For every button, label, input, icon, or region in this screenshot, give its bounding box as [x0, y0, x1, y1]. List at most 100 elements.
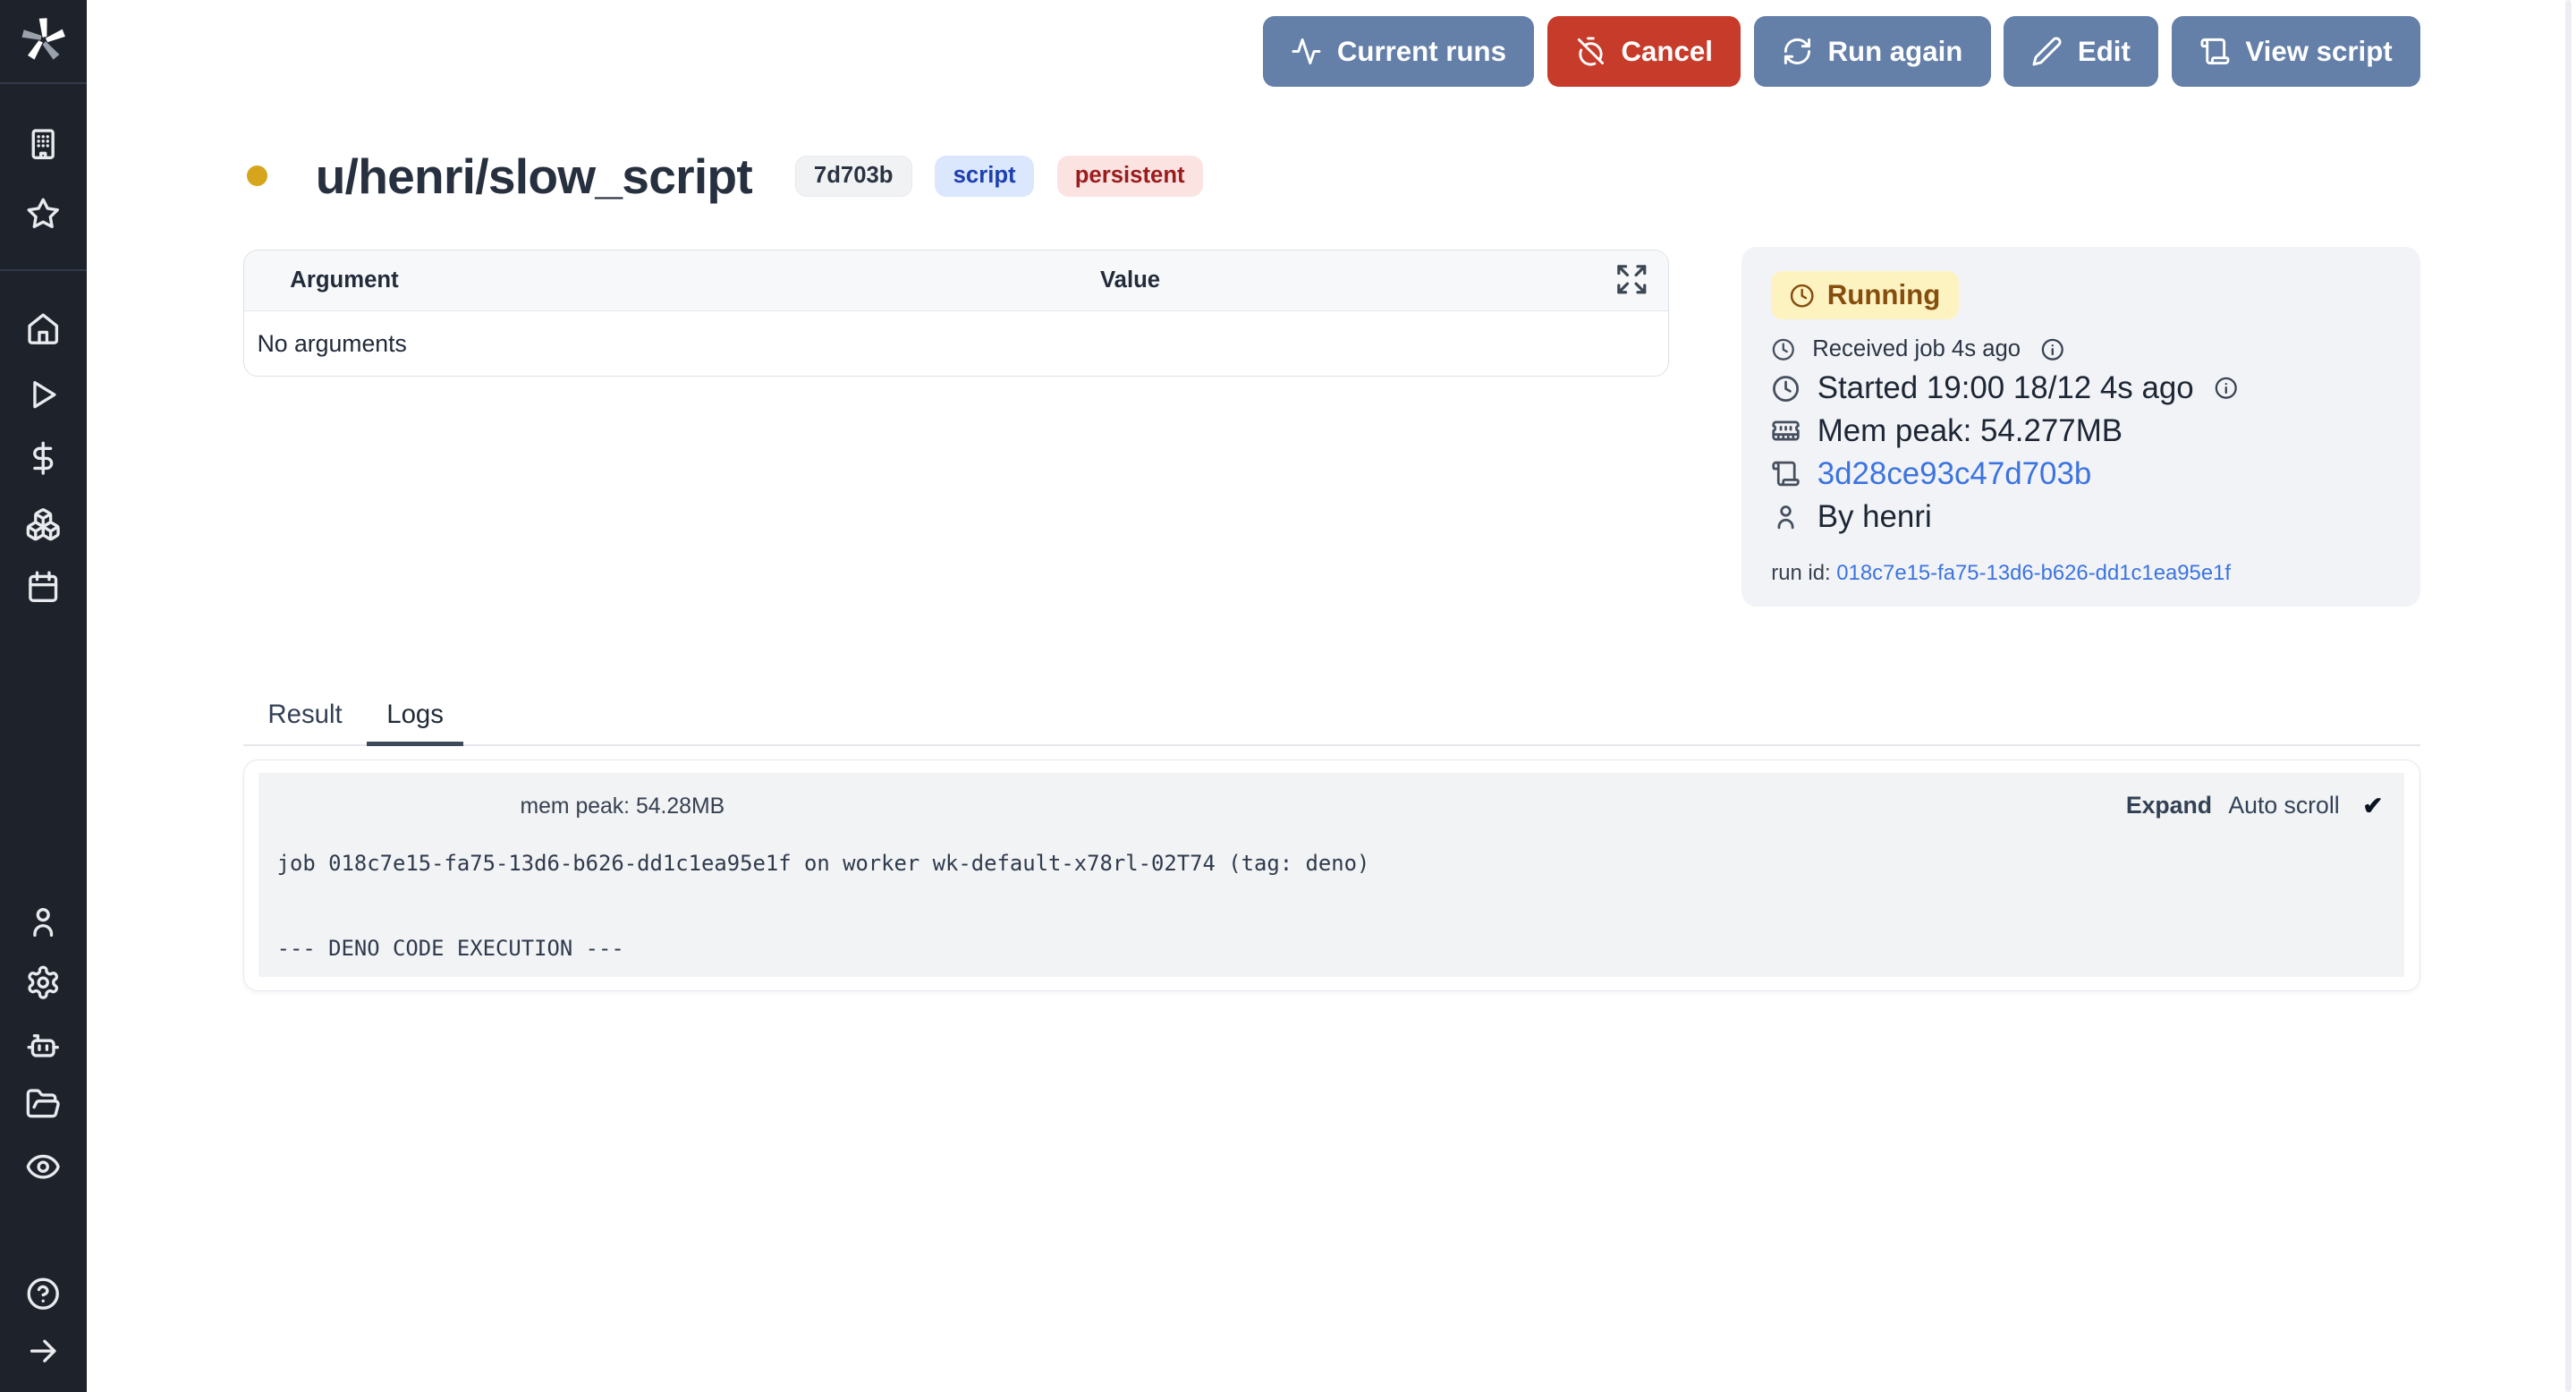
- robot-icon: [25, 1027, 61, 1063]
- autoscroll-checkbox[interactable]: ✔: [2362, 792, 2383, 820]
- log-expand-button[interactable]: Expand: [2126, 792, 2212, 819]
- refresh-icon: [1782, 36, 1813, 67]
- mem-peak-row: Mem peak: 54.277MB: [1771, 410, 2391, 453]
- sidebar-item-favorites[interactable]: [0, 196, 87, 232]
- sidebar-item-runs[interactable]: [0, 377, 87, 412]
- no-arguments-text: No arguments: [258, 330, 407, 358]
- log-controls: Expand Auto scroll ✔: [2126, 792, 2384, 820]
- logs-viewer: mem peak: 54.28MB Expand Auto scroll ✔ j…: [258, 773, 2404, 977]
- scroll-icon: [1771, 459, 1801, 488]
- cancel-button[interactable]: Cancel: [1547, 16, 1741, 87]
- script-header: u/henri/slow_script 7d703b script persis…: [247, 145, 1203, 208]
- arrow-right-icon: [25, 1333, 61, 1369]
- arguments-empty-row: No arguments: [244, 311, 1669, 376]
- arguments-table-header: Argument Value: [244, 250, 1669, 311]
- value-column-header: Value: [1100, 267, 1160, 293]
- building-icon: [25, 126, 61, 162]
- expand-icon: [1614, 262, 1649, 297]
- argument-column-header: Argument: [244, 267, 399, 293]
- tab-logs[interactable]: Logs: [367, 689, 463, 746]
- sidebar-item-workspace[interactable]: [0, 126, 87, 162]
- logs-panel: mem peak: 54.28MB Expand Auto scroll ✔ j…: [243, 760, 2420, 991]
- clock-icon: [1789, 283, 1815, 309]
- edit-label: Edit: [2078, 36, 2131, 68]
- user-icon: [1771, 502, 1801, 531]
- view-script-button[interactable]: View script: [2172, 16, 2420, 87]
- star-icon: [25, 196, 61, 232]
- dollar-icon: [25, 440, 61, 476]
- clock-icon: [1771, 337, 1796, 362]
- triggered-by-row: By henri: [1771, 496, 2391, 539]
- received-text: Received job 4s ago: [1812, 336, 2021, 362]
- result-logs-tabs: Result Logs: [248, 689, 463, 746]
- mem-peak-text: Mem peak: 54.277MB: [1818, 410, 2123, 453]
- sidebar-divider: [0, 269, 87, 271]
- help-circle-icon: [25, 1276, 61, 1311]
- received-row: Received job 4s ago: [1771, 336, 2391, 362]
- tabs-divider: [243, 744, 2420, 746]
- current-runs-button[interactable]: Current runs: [1263, 16, 1534, 87]
- sidebar-item-resources[interactable]: [0, 506, 87, 542]
- sidebar-item-account[interactable]: [0, 904, 87, 939]
- expand-table-button[interactable]: [1613, 262, 1650, 300]
- job-status-panel: Running Received job 4s ago Started 19:0…: [1741, 247, 2420, 607]
- pencil-icon: [2031, 36, 2063, 67]
- cancel-label: Cancel: [1622, 36, 1713, 68]
- autoscroll-label: Auto scroll: [2228, 792, 2339, 819]
- current-runs-label: Current runs: [1337, 36, 1506, 68]
- sidebar-item-audit-logs[interactable]: [0, 1149, 87, 1184]
- info-icon[interactable]: [2214, 376, 2239, 401]
- status-dot: [247, 166, 268, 187]
- eye-icon: [25, 1149, 61, 1184]
- sidebar-item-home[interactable]: [0, 310, 87, 346]
- arguments-table: Argument Value No arguments: [243, 250, 1670, 377]
- script-badges: 7d703b script persistent: [795, 156, 1203, 197]
- log-line: [277, 885, 2392, 928]
- sidebar-item-settings[interactable]: [0, 964, 87, 1000]
- clock-icon: [1771, 374, 1801, 403]
- folder-open-icon: [25, 1086, 61, 1122]
- windmill-logo-icon[interactable]: [0, 15, 87, 64]
- boxes-icon: [25, 506, 61, 542]
- sidebar-item-folders[interactable]: [0, 1086, 87, 1122]
- log-mem-peak: mem peak: 54.28MB: [520, 794, 724, 819]
- sidebar-item-schedules[interactable]: [0, 569, 87, 605]
- play-icon: [25, 377, 61, 412]
- scroll-icon: [2199, 36, 2231, 67]
- timer-off-icon: [1575, 36, 1606, 67]
- gear-icon: [25, 964, 61, 1000]
- calendar-icon: [25, 569, 61, 605]
- hash-badge: 7d703b: [795, 156, 912, 197]
- activity-icon: [1291, 36, 1322, 67]
- info-icon[interactable]: [2040, 337, 2065, 362]
- view-script-label: View script: [2245, 36, 2392, 68]
- log-line: job 018c7e15-fa75-13d6-b626-dd1c1ea95e1f…: [277, 843, 2392, 886]
- run-id-label: run id:: [1771, 561, 1830, 585]
- script-hash-row: 3d28ce93c47d703b: [1771, 453, 2391, 496]
- started-text: Started 19:00 18/12 4s ago: [1818, 367, 2194, 410]
- started-row: Started 19:00 18/12 4s ago: [1771, 367, 2391, 410]
- sidebar-item-help[interactable]: [0, 1276, 87, 1311]
- edit-button[interactable]: Edit: [2004, 16, 2158, 87]
- run-id-row: run id: 018c7e15-fa75-13d6-b626-dd1c1ea9…: [1771, 561, 2391, 586]
- run-again-button[interactable]: Run again: [1754, 16, 1991, 87]
- action-toolbar: Current runs Cancel Run again Edit View …: [1263, 16, 2420, 87]
- sidebar-item-workers[interactable]: [0, 1027, 87, 1063]
- kind-badge: script: [935, 156, 1033, 197]
- tab-result[interactable]: Result: [248, 689, 361, 746]
- user-icon: [25, 904, 61, 939]
- page-title: u/henri/slow_script: [316, 148, 752, 205]
- log-output: job 018c7e15-fa75-13d6-b626-dd1c1ea95e1f…: [277, 843, 2392, 971]
- script-hash-link[interactable]: 3d28ce93c47d703b: [1818, 453, 2092, 496]
- run-id-link[interactable]: 018c7e15-fa75-13d6-b626-dd1c1ea95e1f: [1836, 561, 2231, 585]
- page-scrollbar[interactable]: [2565, 0, 2572, 1392]
- run-again-label: Run again: [1827, 36, 1962, 68]
- sidebar-divider: [0, 82, 87, 84]
- sidebar-collapse-toggle[interactable]: [0, 1333, 87, 1369]
- triggered-by-text: By henri: [1818, 496, 1932, 539]
- memory-icon: [1771, 416, 1801, 446]
- running-status-badge: Running: [1771, 271, 1958, 319]
- log-line: --- DENO CODE EXECUTION ---: [277, 928, 2392, 971]
- script-run-page: Current runs Cancel Run again Edit View …: [0, 0, 2576, 1392]
- sidebar-item-variables[interactable]: [0, 440, 87, 476]
